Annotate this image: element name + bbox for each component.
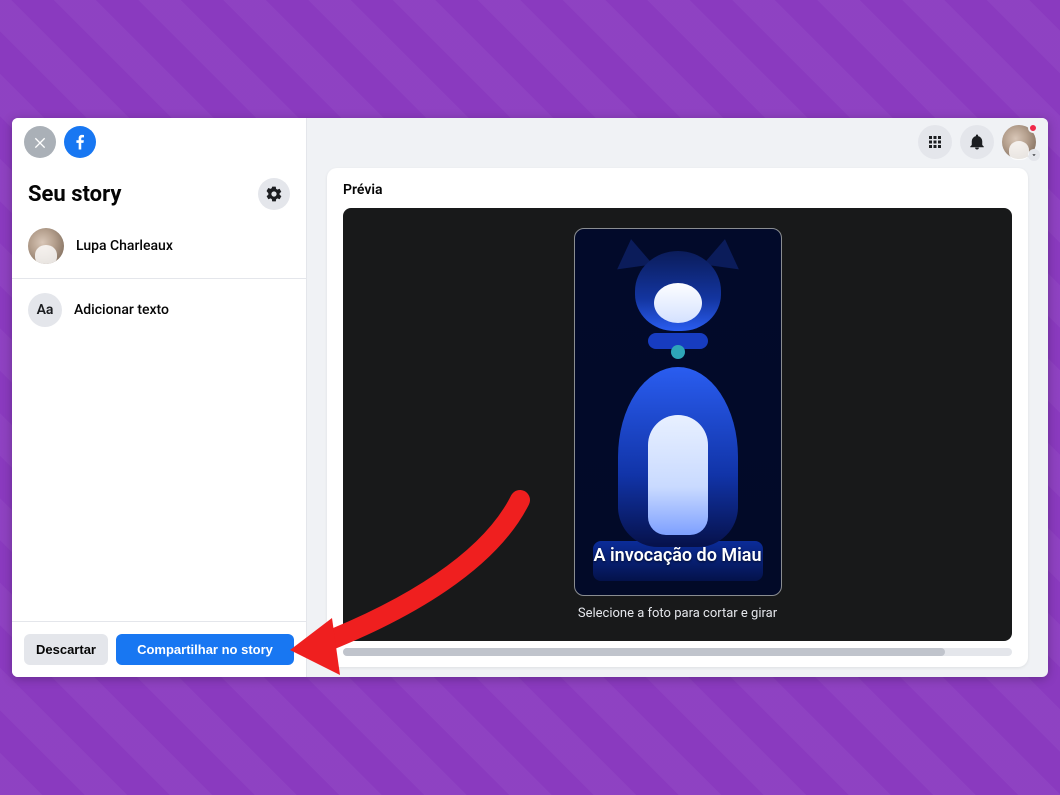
account-chevron [1028, 149, 1040, 161]
user-name: Lupa Charleaux [76, 238, 173, 254]
apps-grid-icon [926, 133, 944, 151]
story-frame[interactable]: A invocação do Miau [574, 228, 782, 596]
preview-hint: Selecione a foto para cortar e girar [578, 606, 777, 621]
notification-dot-icon [1028, 123, 1038, 133]
gear-icon [265, 185, 283, 203]
bell-icon [968, 133, 986, 151]
apps-menu-button[interactable] [918, 125, 952, 159]
global-header-actions [307, 118, 1048, 166]
story-user-row[interactable]: Lupa Charleaux [12, 218, 306, 278]
sidebar-footer: Descartar Compartilhar no story [12, 621, 306, 677]
preview-title: Prévia [343, 182, 1012, 198]
story-sidebar: Seu story Lupa Charleaux Aa Adicionar te… [12, 118, 307, 677]
chevron-down-icon [1030, 151, 1038, 159]
story-text-overlay[interactable]: A invocação do Miau [584, 544, 772, 595]
preview-stage[interactable]: A invocação do Miau Selecione a foto par… [343, 208, 1012, 641]
story-settings-button[interactable] [258, 178, 290, 210]
close-icon [32, 134, 48, 150]
close-button[interactable] [24, 126, 56, 158]
add-text-option[interactable]: Aa Adicionar texto [12, 279, 306, 341]
sidebar-title: Seu story [28, 182, 121, 207]
facebook-icon [70, 132, 90, 152]
facebook-logo[interactable] [64, 126, 96, 158]
app-frame: Seu story Lupa Charleaux Aa Adicionar te… [12, 118, 1048, 677]
main-content: Prévia [307, 118, 1048, 677]
add-text-label: Adicionar texto [74, 302, 169, 318]
preview-card: Prévia [327, 168, 1028, 667]
avatar [28, 228, 64, 264]
account-button[interactable] [1002, 125, 1036, 159]
notifications-button[interactable] [960, 125, 994, 159]
discard-button[interactable]: Descartar [24, 634, 108, 665]
text-icon: Aa [28, 293, 62, 327]
share-story-button[interactable]: Compartilhar no story [116, 634, 294, 665]
horizontal-scrollbar[interactable] [343, 647, 1012, 657]
story-image [575, 229, 781, 595]
sidebar-header [12, 118, 306, 166]
